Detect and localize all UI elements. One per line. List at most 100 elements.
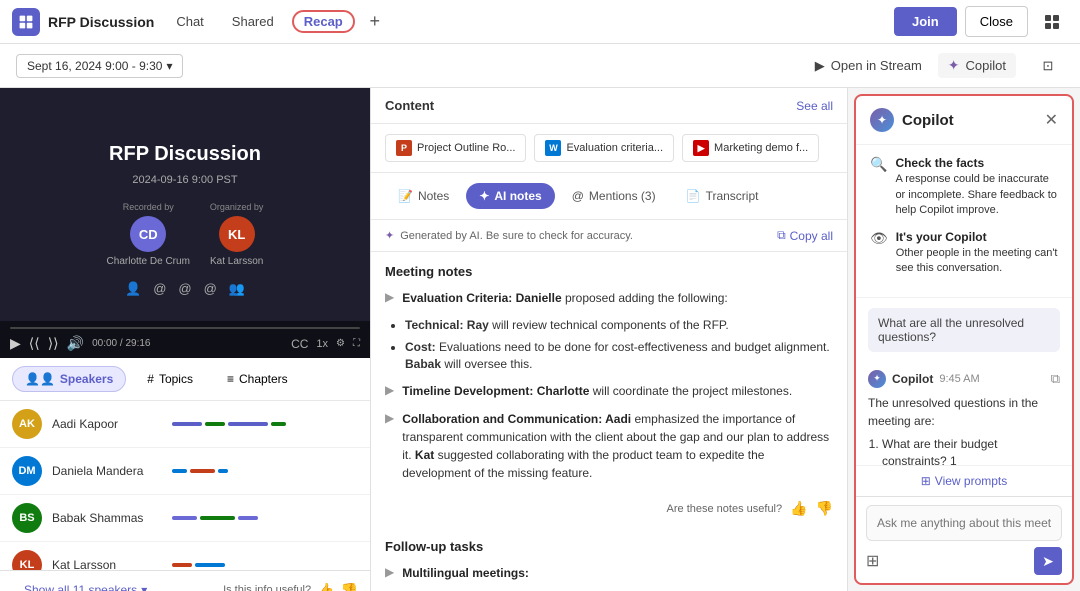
note-person-2: Kat bbox=[415, 448, 434, 462]
input-actions: ⊞ ➤ bbox=[866, 547, 1062, 575]
view-prompts-link[interactable]: ⊞ View prompts bbox=[856, 465, 1072, 496]
copy-icon: ⧉ bbox=[777, 228, 786, 243]
speaker-name: Babak Shammas bbox=[52, 511, 162, 525]
copilot-question-bubble[interactable]: What are all the unresolved questions? bbox=[868, 308, 1060, 352]
note-label: Timeline Development: bbox=[402, 384, 536, 398]
recorded-by-avatar: Recorded by CD Charlotte De Crum bbox=[107, 202, 190, 267]
check-facts-text: Check the facts A response could be inac… bbox=[895, 155, 1058, 219]
avatar: KL bbox=[219, 216, 255, 252]
grid-icon[interactable]: ⊞ bbox=[866, 551, 879, 571]
file-chip-0[interactable]: P Project Outline Ro... bbox=[385, 134, 526, 162]
note-label: Evaluation Criteria: bbox=[402, 291, 515, 305]
thumbs-up-button[interactable]: 👍 bbox=[790, 500, 807, 517]
doc-icon: W bbox=[545, 140, 561, 156]
open-in-stream-button[interactable]: ▶ Open in Stream bbox=[815, 58, 922, 74]
speaker-bars bbox=[172, 422, 358, 426]
response-header: ✦ Copilot 9:45 AM ⧉ bbox=[868, 370, 1060, 388]
eye-icon: 👁 bbox=[870, 230, 888, 247]
tab-speakers[interactable]: 👤👤 Speakers bbox=[12, 366, 126, 392]
ai-notes-icon: ✦ bbox=[479, 189, 489, 203]
tab-mentions[interactable]: @ Mentions (3) bbox=[559, 183, 669, 209]
bullet-item-0: Technical: Ray will review technical com… bbox=[405, 317, 833, 334]
avatar: BS bbox=[12, 503, 42, 533]
tab-chapters[interactable]: ≡ Chapters bbox=[214, 366, 301, 392]
copilot-input[interactable] bbox=[866, 505, 1062, 541]
tab-notes[interactable]: 📝 Notes bbox=[385, 183, 462, 209]
copilot-button[interactable]: ✦ Copilot bbox=[938, 53, 1016, 78]
speed-button[interactable]: 1x bbox=[316, 338, 328, 350]
chevron-down-icon: ▾ bbox=[166, 59, 172, 73]
progress-bar[interactable] bbox=[10, 327, 360, 329]
note-text: Evaluation Criteria: Danielle proposed a… bbox=[402, 289, 728, 307]
join-button[interactable]: Join bbox=[894, 7, 957, 36]
avatar-name: Charlotte De Crum bbox=[107, 256, 190, 267]
mute-button[interactable]: 🔊 bbox=[67, 335, 84, 352]
note-item-2: ▶ Collaboration and Communication: Aadi … bbox=[385, 410, 833, 482]
video-participant-icons: 👤 @ @ @ 👥 bbox=[125, 281, 245, 297]
prompts-icon: ⊞ bbox=[921, 474, 931, 488]
main-layout: RFP Discussion 2024-09-16 9:00 PST Recor… bbox=[0, 88, 1080, 591]
speaker-name: Daniela Mandera bbox=[52, 464, 162, 478]
copy-all-button[interactable]: ⧉ Copy all bbox=[777, 228, 833, 243]
note-label: Multilingual meetings: bbox=[402, 566, 529, 580]
tab-transcript[interactable]: 📄 Transcript bbox=[673, 183, 772, 209]
avatar: KL bbox=[12, 550, 42, 570]
follow-up-item-0: ▶ Multilingual meetings: bbox=[385, 564, 833, 582]
list-item: DM Daniela Mandera bbox=[0, 448, 370, 495]
video-controls-right: CC 1x ⚙ ⛶ bbox=[291, 337, 360, 351]
note-person: Aadi bbox=[605, 412, 631, 426]
note-bullets: Technical: Ray will review technical com… bbox=[405, 317, 833, 372]
response-time: 9:45 AM bbox=[939, 373, 979, 385]
fullscreen-icon[interactable]: ⛶ bbox=[353, 338, 360, 349]
second-bar: Sept 16, 2024 9:00 - 9:30 ▾ ▶ Open in St… bbox=[0, 44, 1080, 88]
add-tab-button[interactable]: + bbox=[363, 10, 387, 34]
skip-back-button[interactable]: ⟨⟨ bbox=[29, 335, 40, 352]
content-label: Content bbox=[385, 98, 434, 113]
speaker-name: Aadi Kapoor bbox=[52, 417, 162, 431]
follow-up-section: Follow-up tasks ▶ Multilingual meetings: bbox=[385, 539, 833, 582]
speaker-tabs: 👤👤 Speakers # Topics ≡ Chapters bbox=[0, 358, 370, 401]
response-list: What are their budget constraints? 1 Hav… bbox=[868, 436, 1060, 465]
date-range-text: Sept 16, 2024 9:00 - 9:30 bbox=[27, 59, 162, 73]
thumbs-down-button[interactable]: 👎 bbox=[341, 582, 358, 591]
tab-topics[interactable]: # Topics bbox=[134, 366, 206, 392]
copilot-icon: ✦ bbox=[948, 57, 960, 74]
more-options-button[interactable] bbox=[1036, 6, 1068, 38]
at-icon-2: @ bbox=[204, 281, 217, 297]
thumbs-down-button[interactable]: 👎 bbox=[816, 500, 833, 517]
avatar-name: Kat Larsson bbox=[210, 256, 263, 267]
expand-icon[interactable]: ▶ bbox=[385, 383, 394, 397]
ppt-icon: P bbox=[396, 140, 412, 156]
expand-icon[interactable]: ▶ bbox=[385, 565, 394, 579]
is-info-useful: Is this info useful? 👍 👎 bbox=[223, 582, 358, 591]
play-button[interactable]: ▶ bbox=[10, 335, 21, 352]
thumbs-up-button[interactable]: 👍 bbox=[317, 582, 334, 591]
captions-icon[interactable]: CC bbox=[291, 337, 308, 351]
send-button[interactable]: ➤ bbox=[1034, 547, 1062, 575]
mentions-icon: @ bbox=[572, 189, 584, 203]
close-copilot-button[interactable]: ✕ bbox=[1045, 110, 1058, 130]
tab-ai-notes[interactable]: ✦ AI notes bbox=[466, 183, 554, 209]
list-item: KL Kat Larsson bbox=[0, 542, 370, 570]
tab-shared[interactable]: Shared bbox=[222, 10, 284, 33]
expand-icon[interactable]: ▶ bbox=[385, 290, 394, 304]
settings-icon[interactable]: ⚙ bbox=[336, 338, 345, 349]
tab-recap[interactable]: Recap bbox=[292, 10, 355, 33]
file-chip-2[interactable]: ▶ Marketing demo f... bbox=[682, 134, 819, 162]
note-label: Collaboration and Communication: bbox=[402, 412, 605, 426]
list-item: AK Aadi Kapoor bbox=[0, 401, 370, 448]
tab-chat[interactable]: Chat bbox=[166, 10, 213, 33]
show-all-speakers-link[interactable]: Show all 11 speakers ▾ bbox=[12, 575, 159, 591]
skip-forward-button[interactable]: ⟩⟩ bbox=[48, 335, 59, 352]
note-text: Collaboration and Communication: Aadi em… bbox=[402, 410, 833, 482]
file-chip-1[interactable]: W Evaluation criteria... bbox=[534, 134, 674, 162]
popout-icon[interactable]: ⊡ bbox=[1032, 50, 1064, 82]
see-all-link[interactable]: See all bbox=[796, 99, 833, 113]
mention-icon: @ bbox=[178, 281, 191, 297]
list-item: What are their budget constraints? 1 bbox=[882, 436, 1060, 465]
copy-response-button[interactable]: ⧉ bbox=[1051, 371, 1060, 387]
expand-icon[interactable]: ▶ bbox=[385, 411, 394, 425]
date-range-picker[interactable]: Sept 16, 2024 9:00 - 9:30 ▾ bbox=[16, 54, 183, 78]
close-button[interactable]: Close bbox=[965, 6, 1028, 37]
group-icon: 👥 bbox=[229, 281, 245, 297]
